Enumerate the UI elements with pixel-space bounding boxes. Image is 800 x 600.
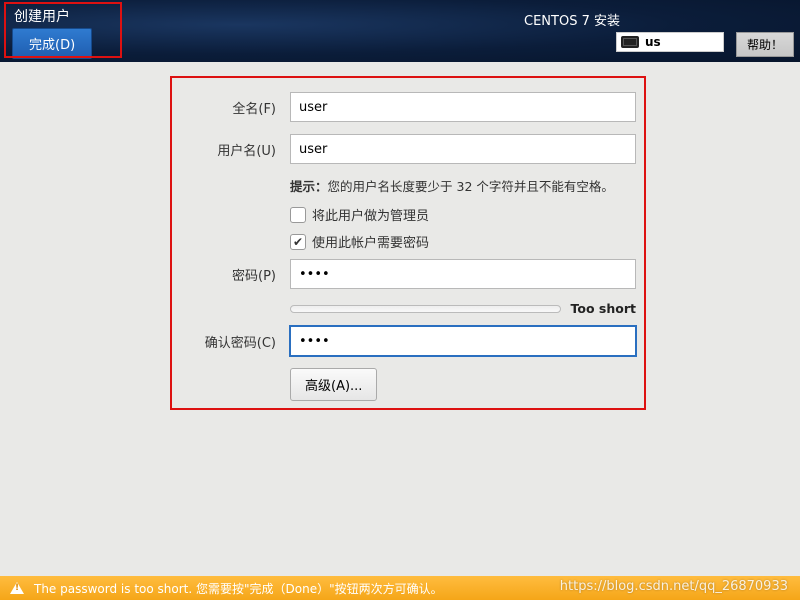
install-title: CENTOS 7 安装 — [524, 10, 620, 29]
fullname-label: 全名(F) — [180, 98, 276, 117]
require-password-checkbox-label: 使用此帐户需要密码 — [312, 232, 429, 251]
password-label: 密码(P) — [180, 265, 276, 284]
tip-prefix: 提示： — [290, 179, 328, 194]
done-button[interactable]: 完成(D) — [12, 28, 92, 59]
page-title: 创建用户 — [14, 6, 70, 26]
fullname-input[interactable] — [290, 92, 636, 122]
username-tip: 提示：您的用户名长度要少于 32 个字符并且不能有空格。 — [290, 176, 636, 195]
row-fullname: 全名(F) — [180, 92, 636, 122]
username-label: 用户名(U) — [180, 140, 276, 159]
keyboard-icon — [621, 36, 639, 48]
header-bar: 创建用户 完成(D) CENTOS 7 安装 us 帮助！ — [0, 0, 800, 62]
admin-checkbox-label: 将此用户做为管理员 — [312, 205, 429, 224]
require-password-checkbox[interactable] — [290, 234, 306, 250]
row-username: 用户名(U) — [180, 134, 636, 164]
admin-checkbox[interactable] — [290, 207, 306, 223]
row-confirm-password: 确认密码(C) — [180, 326, 636, 356]
form-area: 全名(F) 用户名(U) 提示：您的用户名长度要少于 32 个字符并且不能有空格… — [0, 62, 800, 576]
password-input[interactable] — [290, 259, 636, 289]
watermark: https://blog.csdn.net/qq_26870933 — [560, 579, 788, 594]
row-require-password-checkbox: 使用此帐户需要密码 — [290, 232, 636, 251]
confirm-password-label: 确认密码(C) — [180, 332, 276, 351]
create-user-form: 全名(F) 用户名(U) 提示：您的用户名长度要少于 32 个字符并且不能有空格… — [180, 92, 636, 401]
strength-label: Too short — [571, 301, 636, 316]
confirm-password-input[interactable] — [290, 326, 636, 356]
tip-text: 您的用户名长度要少于 32 个字符并且不能有空格。 — [328, 179, 614, 194]
advanced-button[interactable]: 高级(A)... — [290, 368, 377, 401]
strength-bar — [290, 305, 561, 313]
row-password: 密码(P) — [180, 259, 636, 289]
keyboard-indicator[interactable]: us — [616, 32, 724, 52]
help-button[interactable]: 帮助！ — [736, 32, 794, 57]
username-input[interactable] — [290, 134, 636, 164]
row-admin-checkbox: 将此用户做为管理员 — [290, 205, 636, 224]
warning-icon — [10, 582, 24, 594]
password-strength: Too short — [290, 301, 636, 316]
keyboard-layout-label: us — [645, 35, 661, 49]
warning-text: The password is too short. 您需要按"完成（Done）… — [34, 580, 443, 597]
